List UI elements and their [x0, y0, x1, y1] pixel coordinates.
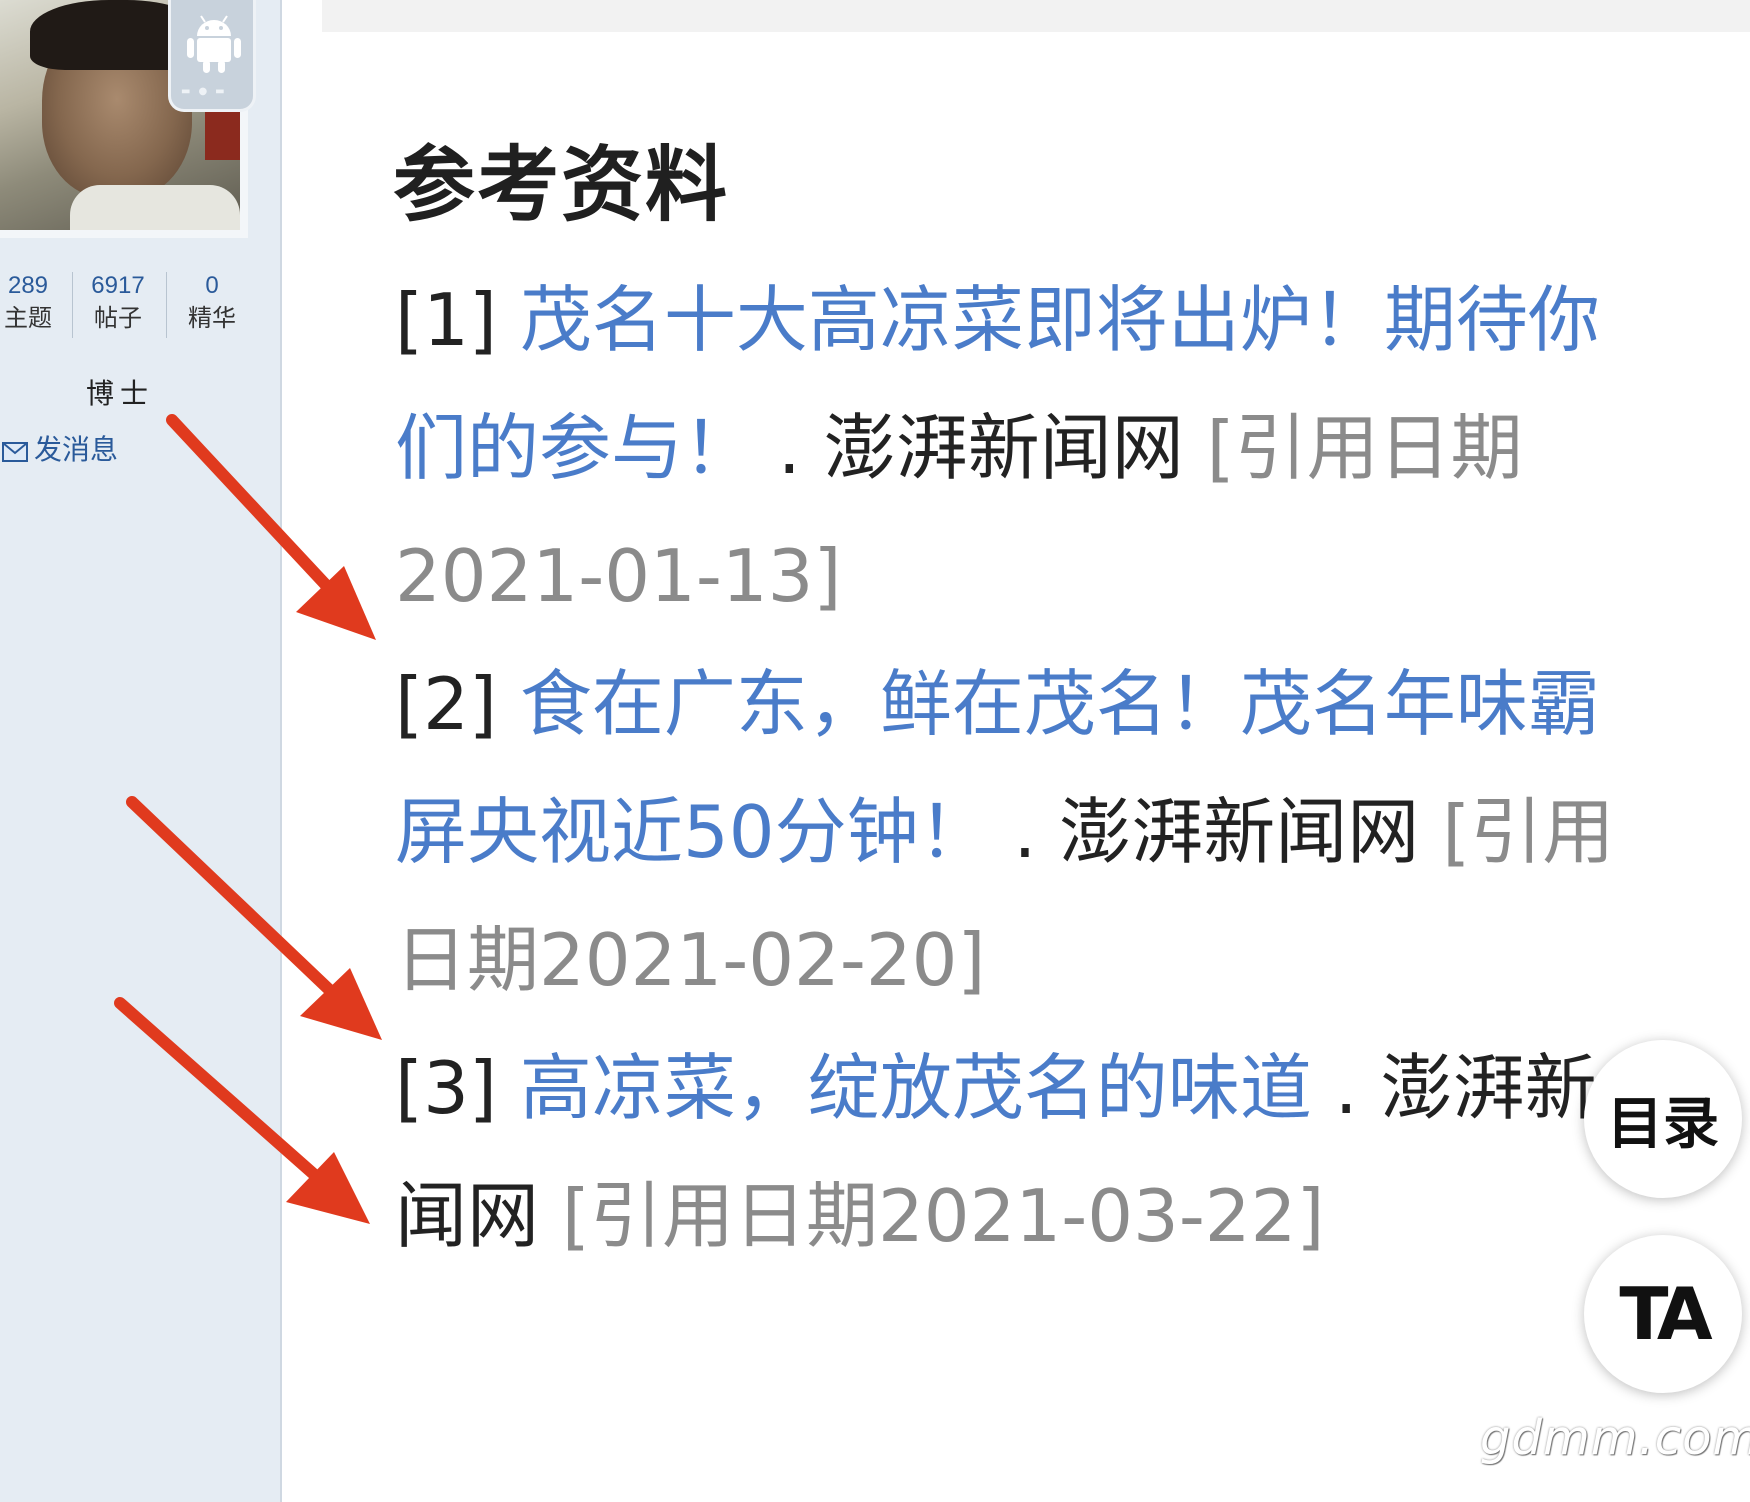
annotation-arrows	[114, 414, 382, 1224]
red-arrow-icon	[126, 796, 382, 1040]
red-arrow-icon	[166, 414, 376, 640]
red-arrow-icon	[114, 997, 370, 1224]
